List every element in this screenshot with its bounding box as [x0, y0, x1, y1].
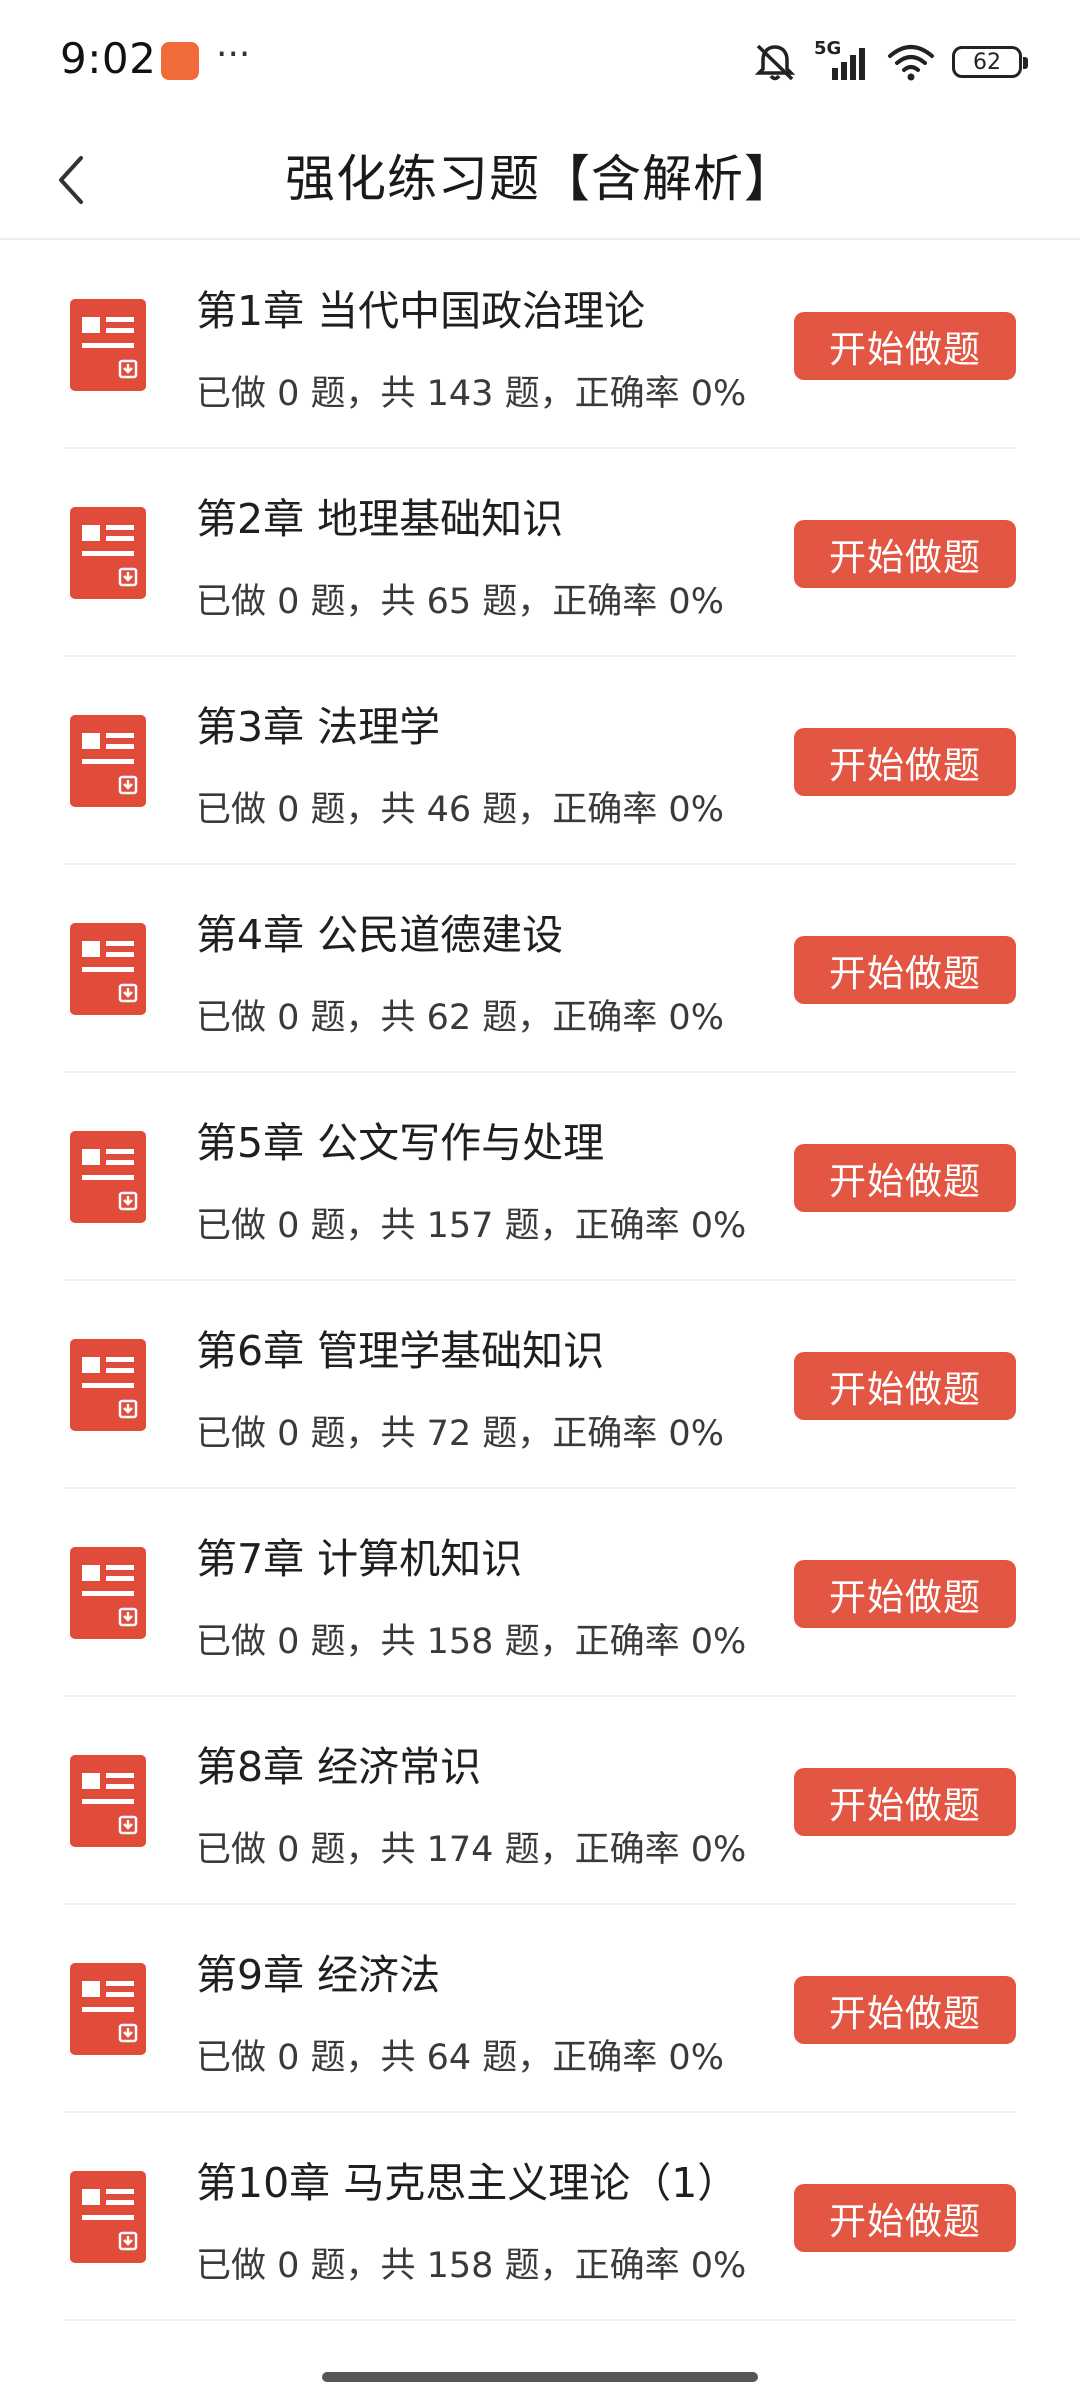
start-practice-button[interactable]: 开始做题 — [794, 1768, 1016, 1836]
wifi-icon — [886, 42, 936, 82]
chapter-stats: 已做 0 题，共 143 题，正确率 0% — [196, 374, 747, 414]
chapter-title: 第8章 经济常识 — [196, 1743, 482, 1791]
chapter-title: 第10章 马克思主义理论（1） — [196, 2159, 739, 2207]
status-bar: 9:02 ··· 5G 62 — [0, 0, 1080, 125]
chapter-list: 第1章 当代中国政治理论 已做 0 题，共 143 题，正确率 0% 开始做题 … — [0, 241, 1080, 2321]
chapter-row[interactable]: 第6章 管理学基础知识 已做 0 题，共 72 题，正确率 0% 开始做题 — [64, 1281, 1016, 1489]
document-icon — [70, 507, 146, 599]
document-icon — [70, 1963, 146, 2055]
chapter-stats: 已做 0 题，共 72 题，正确率 0% — [196, 1414, 724, 1454]
more-notifications-indicator: ··· — [216, 34, 251, 75]
page-title: 强化练习题【含解析】 — [285, 150, 795, 208]
status-indicators: 5G 62 — [752, 38, 1028, 84]
start-practice-button[interactable]: 开始做题 — [794, 1560, 1016, 1628]
chapter-stats: 已做 0 题，共 157 题，正确率 0% — [196, 1206, 747, 1246]
start-practice-button[interactable]: 开始做题 — [794, 936, 1016, 1004]
chapter-row[interactable]: 第9章 经济法 已做 0 题，共 64 题，正确率 0% 开始做题 — [64, 1905, 1016, 2113]
app-notification-icon — [161, 42, 199, 80]
chapter-title: 第9章 经济法 — [196, 1951, 441, 1999]
chapter-stats: 已做 0 题，共 65 题，正确率 0% — [196, 582, 724, 622]
document-icon — [70, 2171, 146, 2263]
chapter-row[interactable]: 第8章 经济常识 已做 0 题，共 174 题，正确率 0% 开始做题 — [64, 1697, 1016, 1905]
document-icon — [70, 1755, 146, 1847]
start-practice-button[interactable]: 开始做题 — [794, 1352, 1016, 1420]
chapter-title: 第4章 公民道德建设 — [196, 911, 564, 959]
chapter-row[interactable]: 第3章 法理学 已做 0 题，共 46 题，正确率 0% 开始做题 — [64, 657, 1016, 865]
chapter-row[interactable]: 第5章 公文写作与处理 已做 0 题，共 157 题，正确率 0% 开始做题 — [64, 1073, 1016, 1281]
document-icon — [70, 1131, 146, 1223]
chapter-title: 第7章 计算机知识 — [196, 1535, 523, 1583]
chapter-title: 第2章 地理基础知识 — [196, 495, 564, 543]
chapter-row[interactable]: 第2章 地理基础知识 已做 0 题，共 65 题，正确率 0% 开始做题 — [64, 449, 1016, 657]
mute-icon — [752, 42, 798, 82]
chapter-stats: 已做 0 题，共 46 题，正确率 0% — [196, 790, 724, 830]
document-icon — [70, 299, 146, 391]
chapter-row[interactable]: 第10章 马克思主义理论（1） 已做 0 题，共 158 题，正确率 0% 开始… — [64, 2113, 1016, 2321]
battery-level: 62 — [973, 49, 1001, 75]
battery-icon: 62 — [952, 46, 1028, 78]
start-practice-button[interactable]: 开始做题 — [794, 312, 1016, 380]
app-header: 强化练习题【含解析】 — [0, 125, 1080, 240]
document-icon — [70, 923, 146, 1015]
chapter-stats: 已做 0 题，共 64 题，正确率 0% — [196, 2038, 724, 2078]
cellular-signal-icon: 5G — [814, 38, 870, 84]
chapter-title: 第1章 当代中国政治理论 — [196, 287, 646, 335]
home-indicator[interactable] — [322, 2372, 758, 2382]
chapter-stats: 已做 0 题，共 62 题，正确率 0% — [196, 998, 724, 1038]
chapter-title: 第3章 法理学 — [196, 703, 441, 751]
chapter-stats: 已做 0 题，共 174 题，正确率 0% — [196, 1830, 747, 1870]
start-practice-button[interactable]: 开始做题 — [794, 728, 1016, 796]
chapter-row[interactable]: 第4章 公民道德建设 已做 0 题，共 62 题，正确率 0% 开始做题 — [64, 865, 1016, 1073]
document-icon — [70, 1339, 146, 1431]
start-practice-button[interactable]: 开始做题 — [794, 520, 1016, 588]
document-icon — [70, 715, 146, 807]
chapter-title: 第6章 管理学基础知识 — [196, 1327, 605, 1375]
chapter-title: 第5章 公文写作与处理 — [196, 1119, 605, 1167]
chapter-row[interactable]: 第7章 计算机知识 已做 0 题，共 158 题，正确率 0% 开始做题 — [64, 1489, 1016, 1697]
start-practice-button[interactable]: 开始做题 — [794, 2184, 1016, 2252]
start-practice-button[interactable]: 开始做题 — [794, 1144, 1016, 1212]
chapter-stats: 已做 0 题，共 158 题，正确率 0% — [196, 2246, 747, 2286]
chapter-row[interactable]: 第1章 当代中国政治理论 已做 0 题，共 143 题，正确率 0% 开始做题 — [64, 241, 1016, 449]
document-icon — [70, 1547, 146, 1639]
start-practice-button[interactable]: 开始做题 — [794, 1976, 1016, 2044]
status-time: 9:02 — [60, 34, 157, 83]
chapter-stats: 已做 0 题，共 158 题，正确率 0% — [196, 1622, 747, 1662]
